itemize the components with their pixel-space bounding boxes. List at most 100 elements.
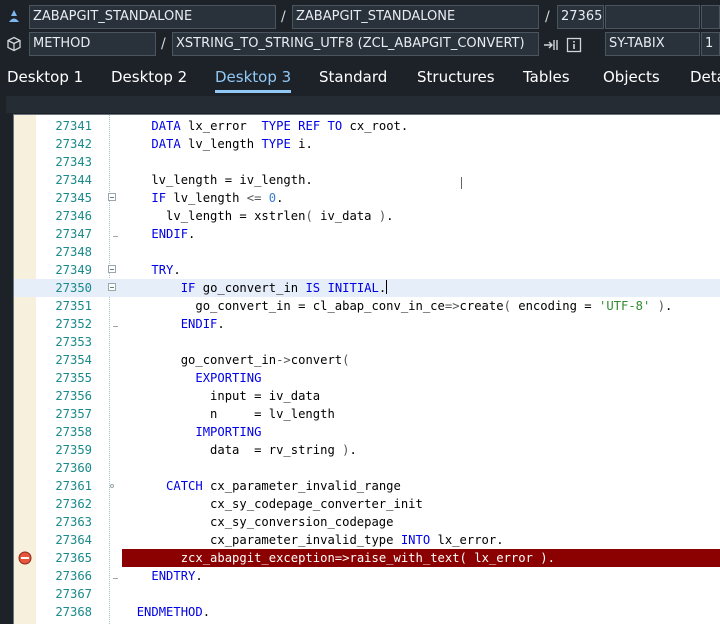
code-text: DATA lx_error TYPE REF TO cx_root. (151, 119, 409, 133)
tab-objects[interactable]: Objects (603, 63, 660, 91)
info-icon[interactable] (566, 37, 582, 53)
code-line[interactable]: 27357 n = lv_length (14, 405, 720, 423)
code-text: go_convert_in = cl_abap_conv_in_ce=>crea… (122, 299, 673, 313)
tab-details[interactable]: Deta (690, 63, 720, 91)
code-line[interactable]: 27366 ENDTRY. (14, 567, 720, 585)
header-row-program: ZABAPGIT_STANDALONE / ZABAPGIT_STANDALON… (0, 5, 720, 31)
code-line[interactable]: 27341 DATA lx_error TYPE REF TO cx_root. (14, 117, 720, 135)
code-text: cx_sy_codepage_converter_init (122, 497, 423, 511)
code-text: n = lv_length (122, 407, 335, 421)
line-number: 27356 (55, 389, 92, 403)
fold-end-marker (113, 578, 118, 579)
line-number: 27344 (55, 173, 92, 187)
code-text: ENDIF. (180, 317, 225, 331)
program-icon (9, 10, 19, 22)
line-number: 27352 (55, 317, 92, 331)
code-line[interactable]: 27368 ENDMETHOD. (14, 603, 720, 621)
line-number: 27365 (55, 551, 92, 565)
line-number: 27359 (55, 443, 92, 457)
line-number: 27343 (55, 155, 92, 169)
code-text: lv_length = iv_length. (122, 173, 313, 187)
mouse-cursor (461, 177, 462, 189)
line-number: 27345 (55, 191, 92, 205)
code-line[interactable]: 27358 IMPORTING (14, 423, 720, 441)
line-number: 27363 (55, 515, 92, 529)
separator-slash: / (545, 9, 550, 25)
variable-value-field[interactable]: 1 (701, 32, 720, 56)
line-number: 27358 (55, 425, 92, 439)
code-line[interactable]: 27354 go_convert_in->convert( (14, 351, 720, 369)
code-line[interactable]: 27359 data = rv_string ). (14, 441, 720, 459)
code-text: ENDMETHOD. (136, 605, 211, 619)
code-text: EXPORTING (195, 371, 262, 385)
code-text: lv_length = xstrlen( iv_data ). (122, 209, 394, 223)
code-line[interactable]: 27345 IF lv_length <= 0. (14, 189, 720, 207)
method-cube-icon (7, 36, 21, 52)
include-field[interactable]: ZABAPGIT_STANDALONE (292, 5, 539, 29)
extra-field-2[interactable] (701, 5, 720, 29)
code-line[interactable]: 27352 ENDIF. (14, 315, 720, 333)
code-line[interactable]: 27362 cx_sy_codepage_converter_init (14, 495, 720, 513)
fold-marker-icon (110, 484, 114, 488)
program-field[interactable]: ZABAPGIT_STANDALONE (29, 5, 276, 29)
line-number: 27350 (55, 281, 92, 295)
line-number: 27351 (55, 299, 92, 313)
line-number: 27367 (55, 587, 92, 601)
line-number: 27361 (55, 479, 92, 493)
editor-toolbar (6, 96, 720, 113)
source-code-editor[interactable]: 27341 DATA lx_error TYPE REF TO cx_root.… (13, 114, 720, 624)
line-number: 27355 (55, 371, 92, 385)
line-number: 27342 (55, 137, 92, 151)
code-line[interactable]: 27356 input = iv_data (14, 387, 720, 405)
code-line[interactable]: 27364 cx_parameter_invalid_type INTO lx_… (14, 531, 720, 549)
code-text: DATA lv_length TYPE i. (151, 137, 313, 151)
object-name-field[interactable]: XSTRING_TO_STRING_UTF8 (ZCL_ABAPGIT_CONV… (172, 32, 539, 56)
code-line[interactable]: 27343 (14, 153, 720, 171)
code-text: cx_sy_conversion_codepage (122, 515, 394, 529)
tab-standard[interactable]: Standard (319, 63, 387, 91)
code-line[interactable]: 27361 CATCH cx_parameter_invalid_range (14, 477, 720, 495)
code-line[interactable]: 27353 (14, 333, 720, 351)
separator-slash: / (281, 9, 286, 25)
code-line[interactable]: 27344 lv_length = iv_length. (14, 171, 720, 189)
line-number: 27349 (55, 263, 92, 277)
line-number: 27348 (55, 245, 92, 259)
code-line[interactable]: 27351 go_convert_in = cl_abap_conv_in_ce… (14, 297, 720, 315)
object-type-field[interactable]: METHOD (29, 32, 156, 56)
code-line[interactable]: 27342 DATA lv_length TYPE i. (14, 135, 720, 153)
line-number-field[interactable]: 27365 (557, 5, 604, 29)
code-text: IMPORTING (195, 425, 262, 439)
fold-end-marker (113, 326, 118, 327)
code-text: TRY. (151, 263, 181, 277)
code-text: CATCH cx_parameter_invalid_range (166, 479, 401, 493)
code-line[interactable]: 27350 IF go_convert_in IS INITIAL. (14, 279, 720, 297)
code-line[interactable]: 27360 (14, 459, 720, 477)
code-line[interactable]: 27365 zcx_abapgit_exception=>raise_with_… (14, 549, 720, 567)
variable-field[interactable]: SY-TABIX (605, 32, 700, 56)
code-line[interactable]: 27347 ENDIF. (14, 225, 720, 243)
code-line[interactable]: 27367 (14, 585, 720, 603)
code-line[interactable]: 27363 cx_sy_conversion_codepage (14, 513, 720, 531)
code-text: IF lv_length <= 0. (151, 191, 284, 205)
code-line[interactable]: 27349 TRY. (14, 261, 720, 279)
tab-desktop-1[interactable]: Desktop 1 (7, 63, 83, 91)
separator-slash: / (161, 36, 166, 52)
line-number: 27366 (55, 569, 92, 583)
code-line[interactable]: 27346 lv_length = xstrlen( iv_data ). (14, 207, 720, 225)
extra-field[interactable] (605, 5, 700, 29)
breakpoint-icon[interactable] (18, 551, 32, 565)
fold-toggle-icon[interactable] (108, 283, 116, 291)
code-line[interactable]: 27348 (14, 243, 720, 261)
code-text: zcx_abapgit_exception=>raise_with_text( … (122, 549, 720, 567)
tab-desktop-3[interactable]: Desktop 3 (215, 63, 292, 93)
fold-toggle-icon[interactable] (108, 265, 116, 273)
code-text: IF go_convert_in IS INITIAL. (180, 280, 388, 295)
tab-tables[interactable]: Tables (523, 63, 570, 91)
navigate-icon[interactable] (543, 37, 559, 53)
tab-structures[interactable]: Structures (417, 63, 495, 91)
fold-toggle-icon[interactable] (108, 193, 116, 201)
code-line[interactable]: 27355 EXPORTING (14, 369, 720, 387)
tab-desktop-2[interactable]: Desktop 2 (111, 63, 187, 91)
